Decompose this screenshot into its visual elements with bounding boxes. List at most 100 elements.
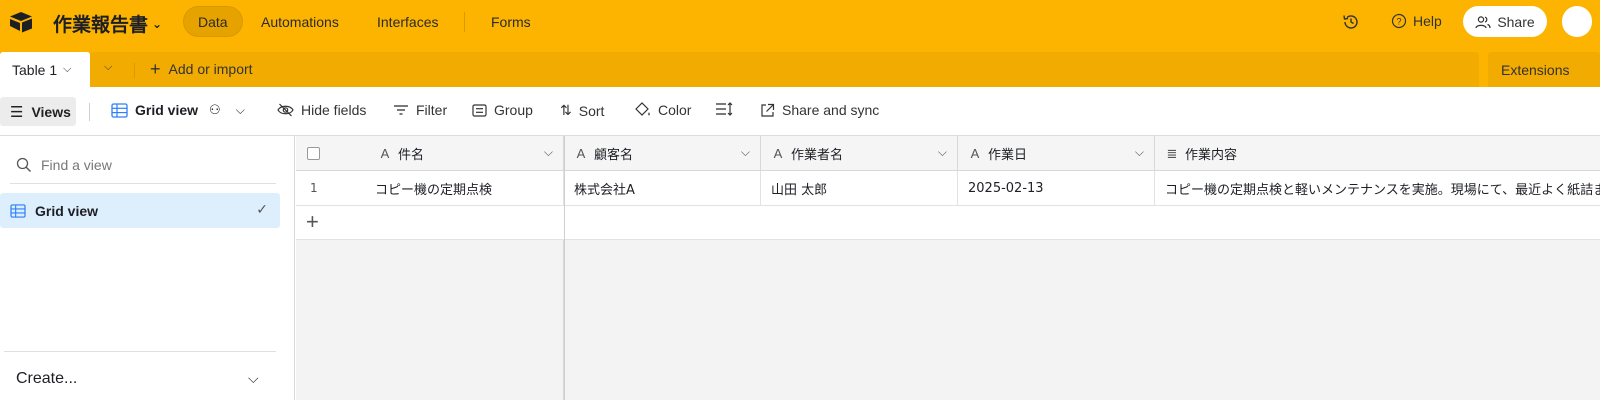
group-button[interactable]: Group bbox=[472, 102, 533, 118]
cell-work-date[interactable]: 2025-02-13 bbox=[958, 171, 1155, 206]
checkmark-icon: ✓ bbox=[256, 201, 268, 217]
grid-view-switcher[interactable]: Grid view ⚇ ⌵ bbox=[111, 102, 245, 118]
tab-interfaces[interactable]: Interfaces bbox=[363, 6, 452, 37]
table-row[interactable]: 1 コピー機の定期点検 株式会社A 山田 太郎 2025-02-13 コピー機の… bbox=[296, 171, 1600, 206]
color-button[interactable]: Color bbox=[634, 102, 691, 118]
account-avatar[interactable] bbox=[1562, 6, 1592, 37]
sidebar-item-grid-view[interactable]: Grid view ✓ bbox=[0, 193, 280, 228]
group-label: Group bbox=[494, 102, 533, 118]
tab-data-label: Data bbox=[198, 13, 228, 30]
grid-view-icon bbox=[10, 203, 26, 218]
add-or-import-label: Add or import bbox=[168, 61, 253, 77]
chevron-down-icon[interactable]: ⌵ bbox=[544, 145, 553, 160]
tab-interfaces-label: Interfaces bbox=[377, 13, 439, 30]
column-header-work-content[interactable]: ≣ 作業内容 bbox=[1155, 136, 1600, 171]
chevron-down-icon[interactable]: ⌵ bbox=[248, 370, 259, 387]
add-row-area[interactable] bbox=[564, 206, 1600, 240]
sidebar-divider bbox=[4, 351, 276, 352]
toolbar-divider bbox=[89, 103, 90, 121]
filter-button[interactable]: Filter bbox=[393, 102, 447, 118]
eye-off-icon bbox=[277, 103, 294, 117]
extensions-label: Extensions bbox=[1501, 61, 1570, 78]
text-field-icon: A bbox=[576, 146, 586, 161]
share-button[interactable]: Share bbox=[1463, 6, 1547, 37]
share-label: Share bbox=[1497, 13, 1535, 30]
chevron-down-icon: ⌵ bbox=[63, 63, 72, 75]
column-header-worker[interactable]: A 作業者名 ⌵ bbox=[761, 136, 958, 171]
sort-icon: ⇅ bbox=[560, 102, 572, 118]
grid-header: A 件名 ⌵ A 顧客名 ⌵ A 作業者名 ⌵ A 作業日 ⌵ ≣ 作業内容 bbox=[296, 136, 1600, 171]
create-view-button[interactable]: Create... bbox=[16, 370, 77, 388]
svg-text:?: ? bbox=[1396, 17, 1401, 27]
create-label: Create... bbox=[16, 370, 78, 387]
share-and-sync-label: Share and sync bbox=[782, 102, 880, 118]
frozen-column-divider bbox=[564, 136, 565, 400]
hide-fields-button[interactable]: Hide fields bbox=[277, 102, 366, 118]
chevron-down-icon[interactable]: ⌵ bbox=[741, 145, 750, 160]
hide-fields-label: Hide fields bbox=[301, 102, 367, 118]
nav-divider bbox=[464, 12, 465, 32]
cell-work-content[interactable]: コピー機の定期点検と軽いメンテナンスを実施。現場にて、最近よく紙詰まりが発生する… bbox=[1155, 171, 1600, 206]
plus-icon: + bbox=[306, 209, 319, 234]
column-header-label: 作業内容 bbox=[1185, 148, 1238, 163]
column-header-customer[interactable]: A 顧客名 ⌵ bbox=[564, 136, 761, 171]
airtable-logo-icon[interactable] bbox=[9, 11, 33, 33]
cell-worker-text: 山田 太郎 bbox=[771, 183, 828, 198]
tab-automations[interactable]: Automations bbox=[247, 6, 353, 37]
base-name-menu[interactable]: 作業報告書 ⌄ bbox=[53, 10, 162, 37]
tab-forms[interactable]: Forms bbox=[477, 6, 545, 37]
find-view-search[interactable]: Find a view bbox=[10, 146, 276, 184]
help-button[interactable]: ? Help bbox=[1391, 13, 1442, 29]
share-and-sync-button[interactable]: Share and sync bbox=[760, 102, 879, 118]
text-field-icon: A bbox=[380, 146, 390, 161]
column-header-label: 作業日 bbox=[988, 148, 1028, 163]
cell-work-date-text: 2025-02-13 bbox=[968, 181, 1044, 196]
base-name: 作業報告書 bbox=[53, 14, 149, 36]
color-label: Color bbox=[658, 102, 692, 118]
cell-subject: コピー機の定期点検 bbox=[375, 183, 493, 198]
data-grid: A 件名 ⌵ A 顧客名 ⌵ A 作業者名 ⌵ A 作業日 ⌵ ≣ 作業内容 1… bbox=[296, 136, 1600, 400]
sort-button[interactable]: ⇅ Sort bbox=[560, 102, 604, 119]
extensions-button[interactable]: Extensions bbox=[1488, 52, 1600, 87]
grid-empty-frozen-area bbox=[296, 240, 564, 400]
history-icon[interactable] bbox=[1341, 12, 1361, 32]
text-field-icon: A bbox=[970, 146, 980, 161]
chevron-down-icon: ⌄ bbox=[152, 16, 163, 31]
add-row-button[interactable]: + bbox=[296, 206, 564, 240]
plus-icon: + bbox=[150, 59, 161, 79]
row-height-button[interactable] bbox=[715, 102, 733, 116]
cell-customer-text: 株式会社A bbox=[574, 183, 635, 198]
cell-worker[interactable]: 山田 太郎 bbox=[761, 171, 958, 206]
table-bar-strip bbox=[90, 52, 1479, 87]
table-bar-divider bbox=[134, 63, 135, 78]
table-tab[interactable]: Table 1 ⌵ bbox=[0, 52, 90, 87]
users-icon bbox=[1475, 15, 1491, 28]
select-all-checkbox[interactable] bbox=[307, 147, 320, 160]
column-header-label: 作業者名 bbox=[791, 148, 844, 163]
cell-work-content-text: コピー機の定期点検と軽いメンテナンスを実施。現場にて、最近よく紙詰まりが発生する… bbox=[1165, 183, 1600, 198]
column-header-primary[interactable]: A 件名 ⌵ bbox=[296, 136, 564, 171]
column-header-work-date[interactable]: A 作業日 ⌵ bbox=[958, 136, 1155, 171]
tab-forms-label: Forms bbox=[491, 13, 531, 30]
tab-automations-label: Automations bbox=[261, 13, 339, 30]
row-height-icon bbox=[716, 102, 733, 116]
cell-customer[interactable]: 株式会社A bbox=[564, 171, 761, 206]
views-label: Views bbox=[31, 103, 71, 120]
add-or-import-button[interactable]: + Add or import bbox=[150, 59, 253, 79]
paint-bucket-icon bbox=[635, 102, 650, 116]
column-header-label: 件名 bbox=[398, 148, 425, 163]
views-toggle-button[interactable]: ☰ Views bbox=[0, 97, 76, 126]
top-bar: 作業報告書 ⌄ Data Automations Interfaces Form… bbox=[0, 0, 1600, 44]
more-tables-chevron-icon[interactable]: ⌵ bbox=[104, 61, 112, 74]
primary-cell[interactable]: 1 コピー機の定期点検 bbox=[296, 171, 564, 206]
chevron-down-icon[interactable]: ⌵ bbox=[1135, 145, 1144, 160]
chevron-down-icon[interactable]: ⌵ bbox=[938, 145, 947, 160]
view-toolbar: ☰ Views Grid view ⚇ ⌵ Hide fields Filter bbox=[0, 87, 1600, 136]
chevron-down-icon: ⌵ bbox=[235, 102, 245, 117]
column-header-label: 顧客名 bbox=[594, 148, 634, 163]
help-icon: ? bbox=[1391, 13, 1407, 29]
tab-data[interactable]: Data bbox=[183, 6, 243, 37]
sidebar-item-label: Grid view bbox=[35, 202, 99, 219]
grid-view-label: Grid view bbox=[135, 102, 199, 118]
find-view-placeholder: Find a view bbox=[41, 156, 112, 173]
